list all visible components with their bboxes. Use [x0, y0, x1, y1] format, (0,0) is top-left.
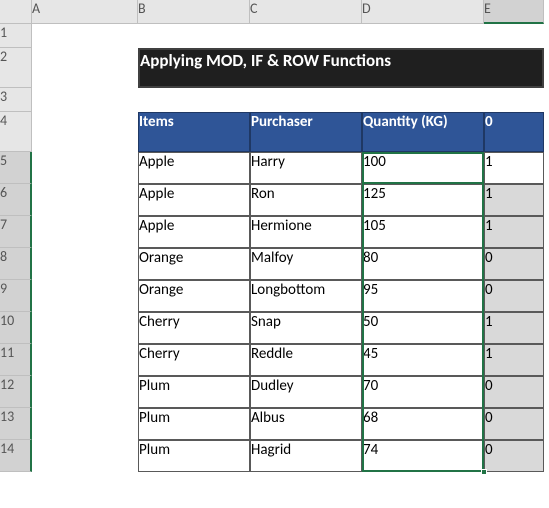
row-header-4[interactable]: 4: [0, 112, 32, 152]
cell-purchaser-12[interactable]: Dudley: [250, 376, 362, 408]
cell[interactable]: [32, 24, 138, 48]
cell-quantity-11[interactable]: 45: [362, 344, 484, 376]
col-header-D[interactable]: D: [362, 0, 484, 24]
cell[interactable]: [484, 24, 544, 48]
cell-items-7[interactable]: Apple: [138, 216, 250, 248]
cell-purchaser-9[interactable]: Longbottom: [250, 280, 362, 312]
cell-extra-7[interactable]: 1: [484, 216, 544, 248]
cell-A8[interactable]: [32, 248, 138, 280]
cell-purchaser-5[interactable]: Harry: [250, 152, 362, 184]
cell-A14[interactable]: [32, 440, 138, 472]
cell-extra-9[interactable]: 0: [484, 280, 544, 312]
cell-quantity-14[interactable]: 74: [362, 440, 484, 472]
cell-extra-10[interactable]: 1: [484, 312, 544, 344]
row-header-3[interactable]: 3: [0, 88, 32, 112]
cell-quantity-8[interactable]: 80: [362, 248, 484, 280]
row-header-6[interactable]: 6: [0, 184, 32, 216]
cell-quantity-7[interactable]: 105: [362, 216, 484, 248]
cell-extra-5[interactable]: 1: [484, 152, 544, 184]
col-header-C[interactable]: C: [250, 0, 362, 24]
row-header-12[interactable]: 12: [0, 376, 32, 408]
cell-purchaser-10[interactable]: Snap: [250, 312, 362, 344]
row-header-13[interactable]: 13: [0, 408, 32, 440]
cell-A11[interactable]: [32, 344, 138, 376]
cell-items-9[interactable]: Orange: [138, 280, 250, 312]
cell-extra-6[interactable]: 1: [484, 184, 544, 216]
cell[interactable]: [138, 24, 250, 48]
col-header-B[interactable]: B: [138, 0, 250, 24]
cell-purchaser-14[interactable]: Hagrid: [250, 440, 362, 472]
cell-quantity-13[interactable]: 68: [362, 408, 484, 440]
cell-purchaser-8[interactable]: Malfoy: [250, 248, 362, 280]
cell[interactable]: [362, 88, 484, 112]
row-header-5[interactable]: 5: [0, 152, 32, 184]
col-header-A[interactable]: A: [32, 0, 138, 24]
cell-A5[interactable]: [32, 152, 138, 184]
cell-A7[interactable]: [32, 216, 138, 248]
cell-extra-11[interactable]: 1: [484, 344, 544, 376]
header-quantity: Quantity (KG): [362, 112, 484, 152]
select-all-corner[interactable]: [0, 0, 32, 24]
cell-purchaser-7[interactable]: Hermione: [250, 216, 362, 248]
cell-A12[interactable]: [32, 376, 138, 408]
row-header-1[interactable]: 1: [0, 24, 32, 48]
row-header-14[interactable]: 14: [0, 440, 32, 472]
cell-quantity-6[interactable]: 125: [362, 184, 484, 216]
header-extra: 0: [484, 112, 544, 152]
cell[interactable]: [484, 88, 544, 112]
cell[interactable]: [32, 88, 138, 112]
row-header-7[interactable]: 7: [0, 216, 32, 248]
cell-quantity-5[interactable]: 100: [362, 152, 484, 184]
cell-purchaser-13[interactable]: Albus: [250, 408, 362, 440]
cell[interactable]: [250, 88, 362, 112]
row-header-2[interactable]: 2: [0, 48, 32, 88]
cell-items-6[interactable]: Apple: [138, 184, 250, 216]
cell-purchaser-11[interactable]: Reddle: [250, 344, 362, 376]
cell-A2[interactable]: [32, 48, 138, 88]
cell-A13[interactable]: [32, 408, 138, 440]
row-header-10[interactable]: 10: [0, 312, 32, 344]
cell-extra-13[interactable]: 0: [484, 408, 544, 440]
cell-items-12[interactable]: Plum: [138, 376, 250, 408]
cell-purchaser-6[interactable]: Ron: [250, 184, 362, 216]
row-header-11[interactable]: 11: [0, 344, 32, 376]
cell-items-13[interactable]: Plum: [138, 408, 250, 440]
cell-items-5[interactable]: Apple: [138, 152, 250, 184]
cell-items-14[interactable]: Plum: [138, 440, 250, 472]
col-header-E[interactable]: E: [484, 0, 544, 24]
cell-extra-14[interactable]: 0: [484, 440, 544, 472]
cell[interactable]: [362, 24, 484, 48]
row-header-9[interactable]: 9: [0, 280, 32, 312]
cell-A9[interactable]: [32, 280, 138, 312]
cell-quantity-9[interactable]: 95: [362, 280, 484, 312]
cell-extra-12[interactable]: 0: [484, 376, 544, 408]
cell-A6[interactable]: [32, 184, 138, 216]
page-title: Applying MOD, IF & ROW Functions: [138, 48, 544, 88]
cell-items-10[interactable]: Cherry: [138, 312, 250, 344]
cell-quantity-12[interactable]: 70: [362, 376, 484, 408]
row-header-8[interactable]: 8: [0, 248, 32, 280]
cell[interactable]: [138, 88, 250, 112]
cell-A4[interactable]: [32, 112, 138, 152]
cell-A10[interactable]: [32, 312, 138, 344]
cell[interactable]: [250, 24, 362, 48]
cell-quantity-10[interactable]: 50: [362, 312, 484, 344]
header-items: Items: [138, 112, 250, 152]
cell-extra-8[interactable]: 0: [484, 248, 544, 280]
fill-handle[interactable]: [481, 469, 487, 475]
cell-items-11[interactable]: Cherry: [138, 344, 250, 376]
cell-items-8[interactable]: Orange: [138, 248, 250, 280]
header-purchaser: Purchaser: [250, 112, 362, 152]
